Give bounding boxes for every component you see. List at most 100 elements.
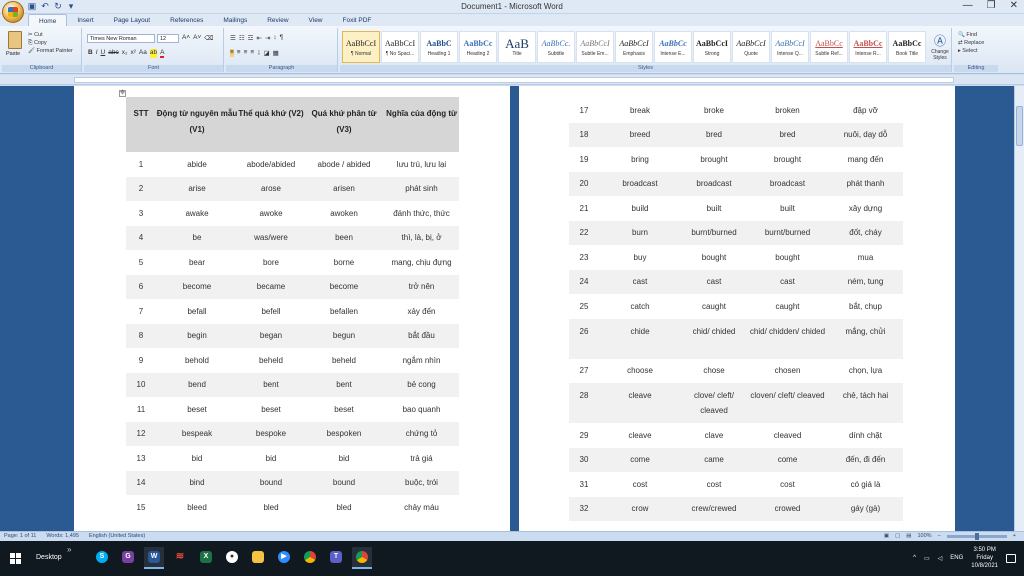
multilevel-list-icon[interactable]: ☲	[248, 34, 254, 42]
table1-cell[interactable]: beheld	[238, 348, 304, 373]
table2-cell[interactable]: nuôi, dạy dỗ	[828, 122, 903, 147]
table2-cell[interactable]: cloven/ cleft/ cleaved	[747, 383, 828, 423]
table2-cell[interactable]: clave	[681, 423, 747, 448]
toolbar-chevron-icon[interactable]: »	[67, 545, 71, 554]
tab-foxit-pdf[interactable]: Foxit PDF	[333, 14, 382, 26]
zoom-slider[interactable]	[946, 532, 1007, 540]
table1-cell[interactable]: chứng tỏ	[384, 421, 459, 446]
clock[interactable]: 3:50 PM Friday 10/8/2021	[971, 546, 998, 570]
language-button[interactable]: ENG	[950, 555, 963, 561]
table1-cell[interactable]: 5	[126, 250, 156, 275]
table1-cell[interactable]: bent	[304, 372, 384, 397]
change-styles-button[interactable]: Ⓐ Change Styles	[930, 32, 950, 61]
table2-cell[interactable]: 28	[569, 383, 599, 423]
table1-cell[interactable]: bid	[304, 446, 384, 471]
network-icon[interactable]: ▭	[924, 555, 930, 562]
table2-cell[interactable]: 24	[569, 269, 599, 294]
table2-cell[interactable]: cast	[599, 269, 681, 294]
table1-cell[interactable]: borne	[304, 250, 384, 275]
table2-cell[interactable]: cast	[747, 269, 828, 294]
table1-cell[interactable]: awake	[156, 201, 238, 226]
table2-cell[interactable]: burnt/burned	[681, 220, 747, 245]
tab-references[interactable]: References	[160, 14, 213, 26]
table2-cell[interactable]: mắng, chửi	[828, 318, 903, 359]
table1-cell[interactable]: 1	[126, 152, 156, 177]
table2-cell[interactable]: bắt, chụp	[828, 294, 903, 319]
table2-cell[interactable]: caught	[747, 294, 828, 319]
show-marks-icon[interactable]: ¶	[280, 34, 284, 42]
full-screen-icon[interactable]: ▢	[895, 533, 900, 539]
tab-insert[interactable]: Insert	[67, 14, 103, 26]
style-quote[interactable]: AaBbCcI Quote	[732, 31, 770, 63]
table2-cell[interactable]: đốt, cháy	[828, 220, 903, 245]
taskbar-photos[interactable]: ●	[222, 547, 242, 569]
horizontal-ruler[interactable]	[0, 75, 1024, 85]
table1-cell[interactable]: bespoken	[304, 421, 384, 446]
table1-cell[interactable]: mang, chịu đựng	[384, 250, 459, 275]
taskbar-teams[interactable]: T	[326, 547, 346, 569]
table2-cell[interactable]: 19	[569, 147, 599, 172]
replace-button[interactable]: ⇄ Replace	[958, 39, 984, 47]
table1-cell[interactable]: 6	[126, 274, 156, 299]
style-emphasis[interactable]: AaBbCcI Emphasis	[615, 31, 653, 63]
notification-icon[interactable]	[1006, 553, 1016, 563]
find-button[interactable]: 🔍 Find	[958, 31, 984, 39]
page-1[interactable]: ✥ STT Động từ nguyên mẫu (V1) Thể quá kh…	[74, 86, 510, 531]
table1-cell[interactable]: become	[304, 274, 384, 299]
table1-cell[interactable]: become	[156, 274, 238, 299]
table2-cell[interactable]: brought	[681, 147, 747, 172]
table1-cell[interactable]: befallen	[304, 299, 384, 324]
tab-view[interactable]: View	[299, 14, 333, 26]
style-book-title[interactable]: AaBbCc Book Title	[888, 31, 926, 63]
table1-cell[interactable]: 4	[126, 225, 156, 250]
copy-button[interactable]: ⎘ Copy	[28, 39, 73, 47]
table1-cell[interactable]: bao quanh	[384, 397, 459, 422]
underline-icon[interactable]: U	[101, 49, 106, 58]
table2-cell[interactable]: 30	[569, 447, 599, 472]
tab-page-layout[interactable]: Page Layout	[104, 14, 161, 26]
table1-cell[interactable]: 13	[126, 446, 156, 471]
table2-cell[interactable]: bred	[747, 122, 828, 147]
table1-cell[interactable]: bleed	[156, 495, 238, 520]
table1-cell[interactable]: xảy đến	[384, 299, 459, 324]
table1-cell[interactable]: bent	[238, 372, 304, 397]
font-size-box[interactable]: 12	[157, 34, 179, 43]
table2-cell[interactable]: có giá là	[828, 472, 903, 497]
style-heading-1[interactable]: AaBbC Heading 1	[420, 31, 458, 63]
paste-button[interactable]: Paste	[6, 51, 20, 57]
ruler-track[interactable]	[74, 77, 954, 83]
bold-icon[interactable]: B	[88, 49, 93, 58]
table1-cell[interactable]: begun	[304, 323, 384, 348]
table2-cell[interactable]: burn	[599, 220, 681, 245]
table2-cell[interactable]: dính chặt	[828, 423, 903, 448]
vertical-scrollbar[interactable]	[1014, 86, 1024, 531]
table1-cell[interactable]: trả giá	[384, 446, 459, 471]
taskbar-chrome-2[interactable]	[352, 547, 372, 569]
table1-cell[interactable]: 14	[126, 470, 156, 495]
highlight-icon[interactable]: ab	[149, 49, 158, 58]
table1-cell[interactable]: abide	[156, 152, 238, 177]
style-no-spacing[interactable]: AaBbCcI ¶ No Spaci...	[381, 31, 419, 63]
table1-cell[interactable]: awoken	[304, 201, 384, 226]
table1-cell[interactable]: 15	[126, 495, 156, 520]
table1-cell[interactable]: begin	[156, 323, 238, 348]
taskbar-app-purple[interactable]: G	[118, 547, 138, 569]
table1-cell[interactable]: bid	[238, 446, 304, 471]
table2-cell[interactable]: clove/ cleft/ cleaved	[681, 383, 747, 423]
table2-cell[interactable]: crowed	[747, 496, 828, 521]
style-intense-reference[interactable]: AaBbCc Intense R...	[849, 31, 887, 63]
language-indicator[interactable]: English (United States)	[89, 533, 145, 539]
table1-cell[interactable]: befell	[238, 299, 304, 324]
table2-cell[interactable]: 27	[569, 358, 599, 383]
table1-cell[interactable]: 9	[126, 348, 156, 373]
table1-cell[interactable]: 8	[126, 323, 156, 348]
increase-indent-icon[interactable]: ⇥	[265, 34, 270, 42]
table2-cell[interactable]: đến, đi đến	[828, 447, 903, 472]
table2-cell[interactable]: crew/crewed	[681, 496, 747, 521]
align-left-icon[interactable]: ≡	[230, 49, 234, 57]
table2-cell[interactable]: bred	[681, 122, 747, 147]
tab-mailings[interactable]: Mailings	[213, 14, 257, 26]
tab-review[interactable]: Review	[257, 14, 298, 26]
clear-format-icon[interactable]: ⌫	[204, 34, 213, 42]
table1-cell[interactable]: 3	[126, 201, 156, 226]
